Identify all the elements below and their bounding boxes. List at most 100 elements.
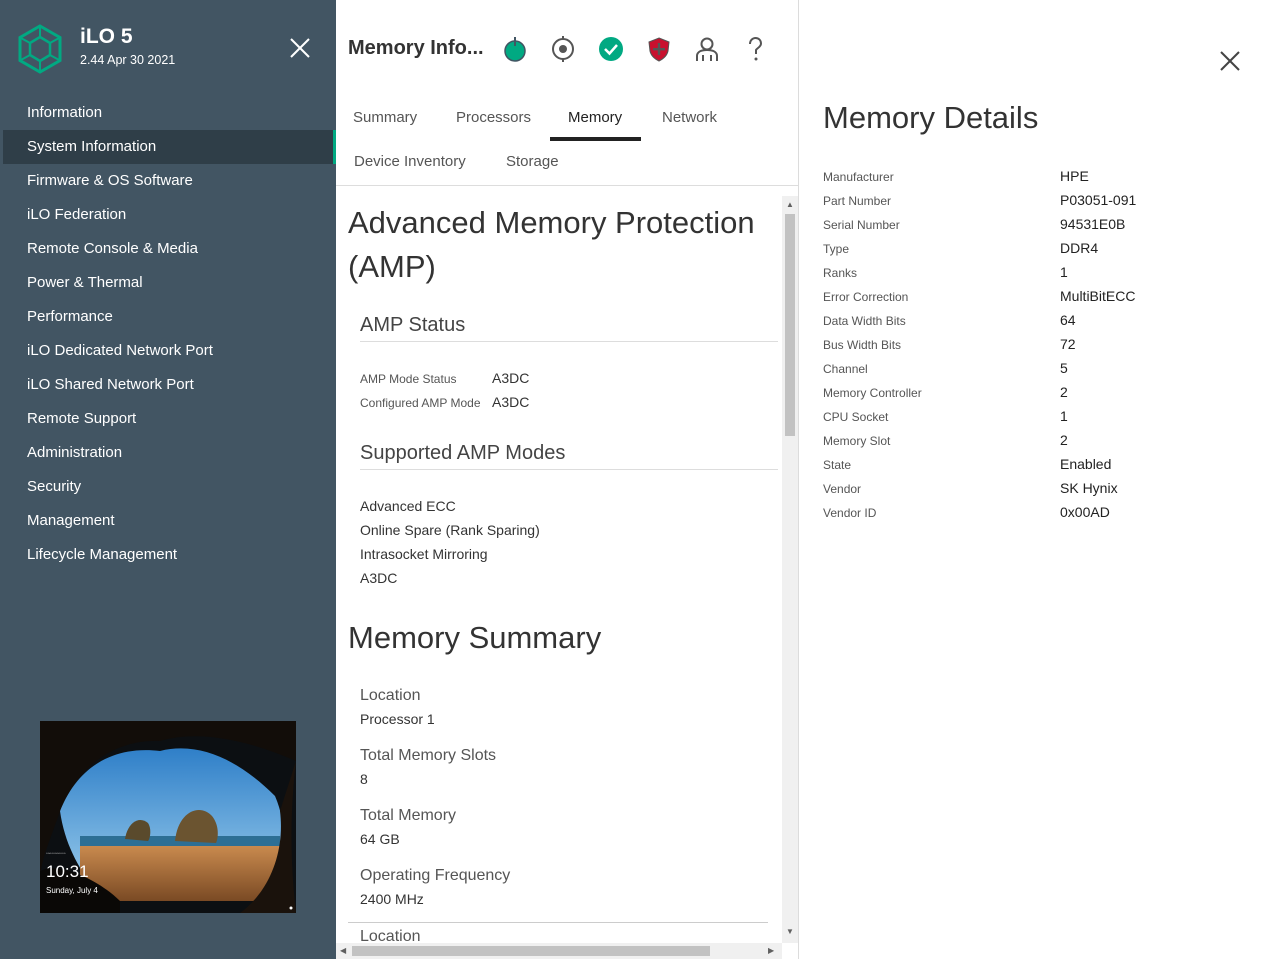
close-details-icon[interactable] [1216, 47, 1244, 75]
summary-location-label: Location [360, 687, 421, 704]
configured-amp-mode-label: Configured AMP Mode [360, 396, 481, 410]
amp-mode-item: A3DC [360, 570, 398, 586]
scroll-up-arrow-icon[interactable]: ▲ [786, 200, 794, 209]
close-nav-icon[interactable] [286, 34, 314, 62]
detail-value: 64 [1060, 312, 1076, 328]
detail-key: Vendor ID [823, 506, 877, 520]
supported-amp-modes-divider [360, 469, 778, 470]
sidebar-item-firmware-os-software[interactable]: Firmware & OS Software [0, 164, 336, 198]
ilo-logo-icon [18, 24, 62, 74]
detail-value: Enabled [1060, 456, 1112, 472]
help-icon[interactable] [740, 34, 770, 64]
summary-total-memory-value: 64 GB [360, 831, 400, 847]
tab-storage[interactable]: Storage [506, 153, 559, 170]
power-on-icon[interactable] [500, 34, 530, 64]
scroll-left-arrow-icon[interactable]: ◀ [340, 946, 346, 955]
detail-value: HPE [1060, 168, 1089, 184]
detail-key: Ranks [823, 266, 858, 280]
amp-mode-status-label: AMP Mode Status [360, 372, 457, 386]
detail-key: Data Width Bits [823, 314, 906, 328]
detail-key: Channel [823, 362, 868, 376]
amp-status-divider [360, 341, 778, 342]
detail-key: Memory Controller [823, 386, 922, 400]
detail-value: 0x00AD [1060, 504, 1110, 520]
sidebar-item-remote-console-media[interactable]: Remote Console & Media [0, 232, 336, 266]
sidebar-item-system-information[interactable]: System Information [3, 130, 336, 164]
tab-network[interactable]: Network [662, 109, 717, 126]
summary-location-value: Processor 1 [360, 711, 435, 727]
detail-key: Vendor [823, 482, 862, 496]
summary-total-slots-value: 8 [360, 771, 368, 787]
sidebar-item-ilo-federation[interactable]: iLO Federation [0, 198, 336, 232]
summary-divider [348, 922, 768, 923]
vertical-scroll-thumb[interactable] [785, 214, 795, 436]
user-icon[interactable] [692, 34, 722, 64]
detail-key: Serial Number [823, 218, 900, 232]
console-network-indicator: ▫▫▫▫▫▫▫▫▫▫▫ [46, 851, 66, 857]
console-clock-time: 10:31 [46, 862, 89, 881]
detail-key: Part Number [823, 194, 892, 208]
detail-value: 5 [1060, 360, 1068, 376]
sidebar-item-information[interactable]: Information [0, 96, 336, 130]
detail-value: 1 [1060, 264, 1068, 280]
scroll-down-arrow-icon[interactable]: ▼ [786, 927, 794, 936]
detail-value: SK Hynix [1060, 480, 1118, 496]
detail-value: DDR4 [1060, 240, 1099, 256]
memory-details-title: Memory Details [823, 100, 1039, 135]
detail-value: 2 [1060, 384, 1068, 400]
console-clock-date: Sunday, July 4 [46, 886, 98, 895]
configured-amp-mode-value: A3DC [492, 394, 530, 410]
remote-console-preview[interactable]: ▫▫▫▫▫▫▫▫▫▫▫ 10:31 Sunday, July 4 [40, 721, 296, 913]
tab-processors[interactable]: Processors [456, 109, 531, 126]
summary-frequency-label: Operating Frequency [360, 867, 511, 884]
page-title: Memory Info... [348, 37, 484, 59]
sidebar-item-administration[interactable]: Administration [0, 436, 336, 470]
sidebar-item-power-thermal[interactable]: Power & Thermal [0, 266, 336, 300]
main-pane: Memory Info... Summary Processors Memory… [336, 0, 798, 959]
detail-key: State [823, 458, 852, 472]
amp-mode-item: Advanced ECC [360, 498, 456, 514]
detail-value: 1 [1060, 408, 1068, 424]
horizontal-scroll-thumb[interactable] [352, 946, 710, 956]
scroll-right-arrow-icon[interactable]: ▶ [768, 946, 774, 955]
sidebar-item-lifecycle-management[interactable]: Lifecycle Management [0, 538, 336, 572]
sidebar-item-remote-support[interactable]: Remote Support [0, 402, 336, 436]
amp-mode-item: Intrasocket Mirroring [360, 546, 488, 562]
detail-key: Bus Width Bits [823, 338, 902, 352]
detail-value: 94531E0B [1060, 216, 1126, 232]
sidebar-item-ilo-dedicated-network-port[interactable]: iLO Dedicated Network Port [0, 334, 336, 368]
summary-next-location-label: Location [360, 928, 421, 943]
health-ok-icon[interactable] [596, 34, 626, 64]
memory-details-pane: Memory Details Manufacturer HPE Part Num… [799, 0, 1278, 959]
detail-value: MultiBitECC [1060, 288, 1136, 304]
detail-key: Error Correction [823, 290, 909, 304]
tab-summary[interactable]: Summary [353, 109, 417, 126]
detail-value: 72 [1060, 336, 1076, 352]
uid-locator-icon[interactable] [548, 34, 578, 64]
sidebar-menu: Information System Information Firmware … [0, 96, 336, 572]
active-tab-indicator [550, 137, 641, 141]
amp-status-heading: AMP Status [360, 314, 466, 336]
memory-summary-heading: Memory Summary [348, 620, 602, 655]
sidebar-nav: iLO 5 2.44 Apr 30 2021 Information Syste… [0, 0, 336, 959]
supported-amp-modes-heading: Supported AMP Modes [360, 442, 566, 464]
vertical-scrollbar[interactable]: ▲ ▼ [782, 196, 798, 943]
amp-heading: Advanced Memory Protection (AMP) [348, 205, 755, 284]
security-shield-icon[interactable] [644, 34, 674, 64]
detail-key: Type [823, 242, 850, 256]
sidebar-item-performance[interactable]: Performance [0, 300, 336, 334]
horizontal-scrollbar[interactable]: ◀ ▶ [336, 943, 782, 959]
detail-value: P03051-091 [1060, 192, 1137, 208]
tab-device-inventory[interactable]: Device Inventory [354, 153, 466, 170]
app-name: iLO 5 [80, 25, 133, 48]
tab-memory[interactable]: Memory [568, 109, 622, 126]
sidebar-item-security[interactable]: Security [0, 470, 336, 504]
summary-frequency-value: 2400 MHz [360, 891, 424, 907]
detail-key: CPU Socket [823, 410, 889, 424]
sidebar-item-ilo-shared-network-port[interactable]: iLO Shared Network Port [0, 368, 336, 402]
detail-key: Memory Slot [823, 434, 891, 448]
summary-total-memory-label: Total Memory [360, 807, 457, 824]
memory-content-scroll-area: Advanced Memory Protection (AMP) AMP Sta… [336, 186, 782, 943]
summary-total-slots-label: Total Memory Slots [360, 747, 497, 764]
sidebar-item-management[interactable]: Management [0, 504, 336, 538]
